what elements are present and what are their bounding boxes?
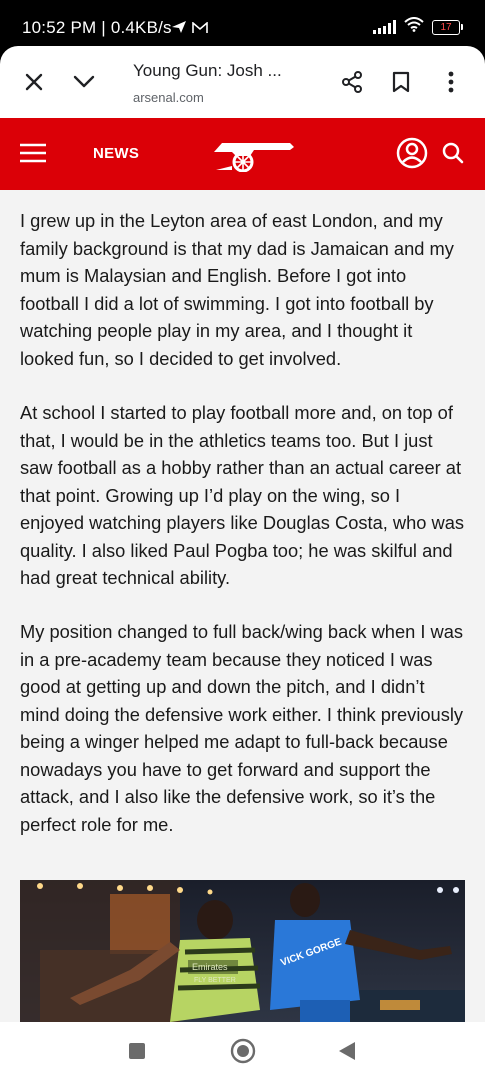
battery-icon: 17	[432, 19, 463, 35]
gmail-icon	[192, 21, 208, 39]
news-link[interactable]: NEWS	[93, 145, 139, 162]
account-icon[interactable]	[396, 137, 428, 174]
page-title[interactable]: Young Gun: Josh ...	[133, 61, 282, 81]
article-paragraph: At school I started to play football mor…	[20, 402, 465, 588]
article-paragraph: I grew up in the Leyton area of east Lon…	[20, 210, 454, 369]
status-bar: 10:52 PM | 0.4KB/s 17	[0, 0, 485, 46]
site-header: NEWS	[0, 118, 485, 190]
signal-icon	[373, 20, 396, 34]
wifi-icon	[404, 17, 424, 37]
chevron-down-icon[interactable]	[70, 68, 98, 96]
shirt-text: Emirates	[192, 962, 228, 972]
home-button-icon[interactable]	[230, 1038, 256, 1069]
page-url[interactable]: arsenal.com	[133, 90, 204, 105]
search-icon[interactable]	[442, 142, 464, 169]
back-button-icon[interactable]	[338, 1041, 356, 1066]
share-icon[interactable]	[338, 68, 366, 96]
article-body: I grew up in the Leyton area of east Lon…	[0, 190, 485, 1022]
recents-button-icon[interactable]	[128, 1042, 146, 1065]
shirt-text: FLY BETTER	[194, 977, 236, 984]
battery-level: 17	[440, 21, 452, 33]
more-vert-icon[interactable]	[437, 68, 465, 96]
status-time-speed: 10:52 PM | 0.4KB/s	[22, 18, 172, 37]
cannon-logo-icon[interactable]	[210, 136, 296, 177]
close-icon[interactable]	[20, 68, 48, 96]
send-icon	[171, 20, 187, 39]
hamburger-menu-icon[interactable]	[20, 143, 46, 168]
browser-toolbar: Young Gun: Josh ... arsenal.com	[0, 46, 485, 118]
article-photo[interactable]: Emirates FLY BETTER VICK GORGE	[20, 880, 465, 1022]
system-nav-bar	[0, 1022, 485, 1080]
article-paragraph: My position changed to full back/wing ba…	[20, 621, 464, 835]
bookmark-icon[interactable]	[387, 68, 415, 96]
